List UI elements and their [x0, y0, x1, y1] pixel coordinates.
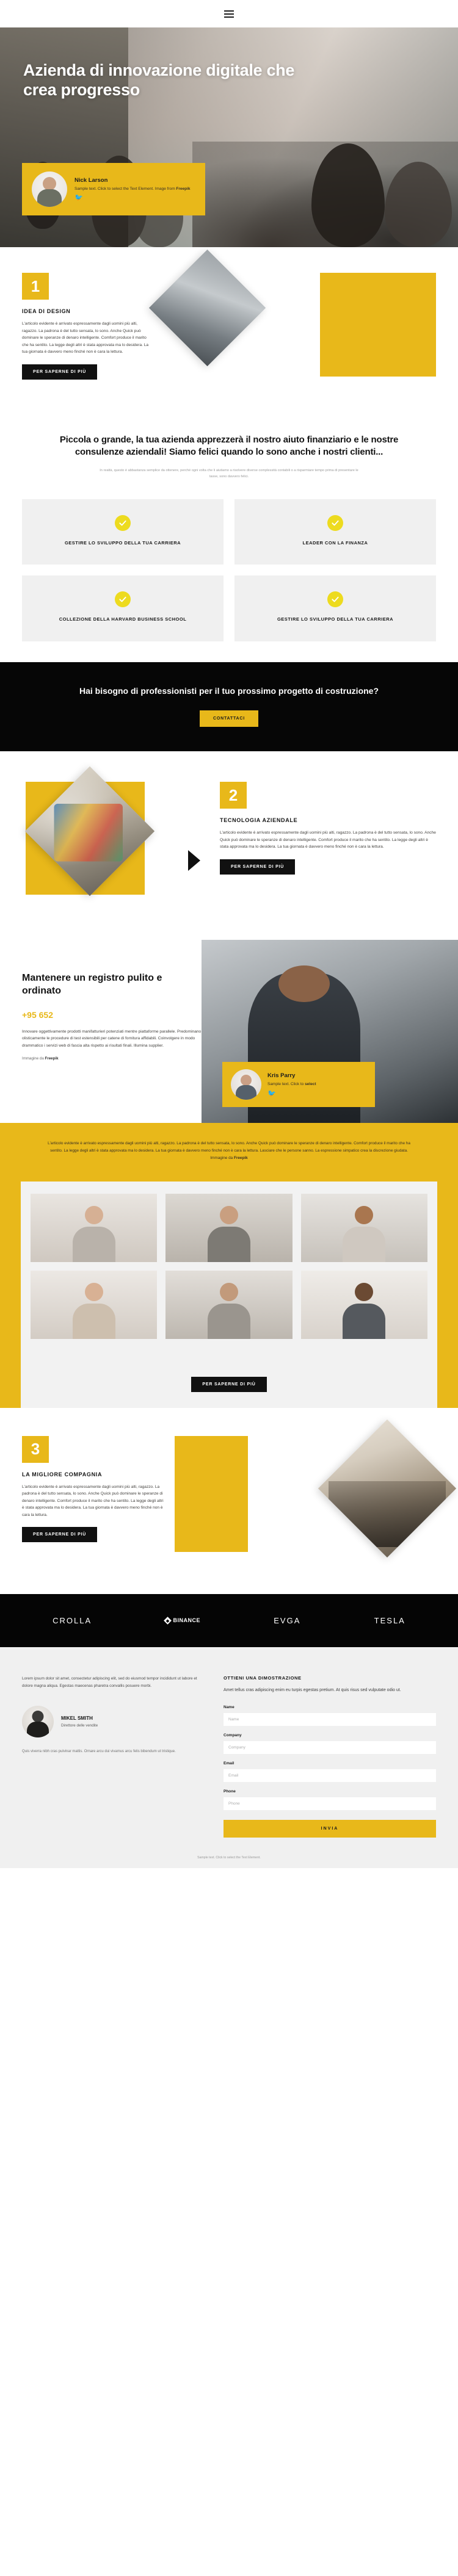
label-email: Email: [224, 1761, 234, 1766]
feature-card-title: LEADER CON LA FINANZA: [302, 540, 368, 546]
feature-card[interactable]: COLLEZIONE DELLA HARVARD BUSINESS SCHOOL: [22, 575, 224, 641]
intro-subtext: In realtà, questo è abbastanza semplice …: [100, 468, 358, 478]
team-section: PER SAPERNE DI PIÙ: [0, 1181, 458, 1408]
label-name: Name: [224, 1705, 234, 1709]
check-icon: [327, 591, 343, 608]
name-input[interactable]: [224, 1712, 436, 1726]
section-kicker: LA MIGLIORE COMPAGNIA: [22, 1471, 103, 1477]
form-lead: Amet tellus cras adipiscing enim eu turp…: [224, 1687, 401, 1692]
learn-more-button[interactable]: PER SAPERNE DI PIÙ: [22, 1527, 98, 1543]
footer-note: Quis viverra nibh cras pulvinar mattis. …: [22, 1749, 176, 1753]
footer-person-name: MIKEL SMITH: [61, 1715, 93, 1721]
hero-testimonial-card: Nick Larson Sample text. Click to select…: [22, 163, 205, 215]
image-attribution: Immagine da Freepik: [22, 1056, 59, 1061]
feature-card-title: COLLEZIONE DELLA HARVARD BUSINESS SCHOOL: [59, 616, 187, 622]
section-number-badge: 3: [22, 1435, 49, 1463]
diamond-image-3: [318, 1419, 457, 1557]
yellow-text-band: L'articolo evidente è arrivato espressam…: [0, 1123, 458, 1182]
brand-logo-strip: CROLLA BINANCE EVGA TESLA: [0, 1593, 458, 1647]
footer-bottom-text: Sample text. Click to select the Text El…: [0, 1855, 458, 1868]
field-email: Email: [224, 1761, 436, 1782]
diamond-image-1: [149, 250, 266, 366]
avatar: [22, 1705, 54, 1737]
footer-section: Lorem ipsum dolor sit amet, consectetur …: [0, 1647, 458, 1856]
section-number-badge: 2: [220, 782, 247, 809]
feature-card-grid: GESTIRE LO SVILUPPO DELLA TUA CARRIERA L…: [0, 496, 458, 662]
section-body: L'articolo evidente è arrivato espressam…: [22, 322, 149, 355]
check-icon: [115, 591, 131, 608]
team-member-photo: [31, 1270, 158, 1339]
brand-logo-tesla: TESLA: [374, 1615, 405, 1625]
footer-person-role: Direttore delle vendite: [61, 1723, 98, 1728]
testimonial-text: Sample text. Click to select the Text El…: [75, 186, 191, 191]
submit-button[interactable]: INVIA: [224, 1819, 436, 1838]
section-best-company: 3 LA MIGLIORE COMPAGNIA L'articolo evide…: [0, 1408, 458, 1594]
avatar: [231, 1069, 261, 1100]
brand-logo-binance: BINANCE: [164, 1616, 200, 1625]
field-name: Name: [224, 1705, 436, 1726]
section-design-idea: 1 IDEA DI DESIGN L'articolo evidente è a…: [0, 247, 458, 413]
binance-diamond-icon: [164, 1616, 172, 1625]
team-member-photo: [300, 1193, 427, 1262]
contact-button[interactable]: CONTATTACI: [200, 710, 258, 727]
footer-lead-text: Lorem ipsum dolor sit amet, consectetur …: [22, 1676, 197, 1688]
registry-testimonial-card: Kris Parry Sample text. Click to select …: [222, 1062, 375, 1108]
brand-logo-crolla: CROLLA: [53, 1615, 92, 1625]
intro-heading: Piccola o grande, la tua azienda apprezz…: [59, 435, 399, 458]
team-grid: [31, 1193, 427, 1339]
feature-card[interactable]: GESTIRE LO SVILUPPO DELLA TUA CARRIERA: [234, 575, 436, 641]
decorative-yellow-square: [175, 1435, 248, 1552]
twitter-icon[interactable]: 🐦: [267, 1090, 366, 1097]
hamburger-menu-icon[interactable]: [224, 9, 234, 20]
footer-person: MIKEL SMITH Direttore delle vendite: [22, 1705, 205, 1737]
team-member-photo: [300, 1270, 427, 1339]
company-input[interactable]: [224, 1741, 436, 1754]
top-navbar: [0, 0, 458, 27]
learn-more-button[interactable]: PER SAPERNE DI PIÙ: [220, 859, 296, 875]
registry-stat: +95 652: [22, 1009, 53, 1020]
section-body: L'articolo evidente è arrivato espressam…: [220, 831, 436, 850]
cta-heading: Hai bisogno di professionisti per il tuo…: [79, 685, 379, 696]
check-icon: [327, 515, 343, 532]
check-icon: [115, 515, 131, 532]
intro-block: Piccola o grande, la tua azienda apprezz…: [0, 413, 458, 496]
cta-banner: Hai bisogno di professionisti per il tuo…: [0, 662, 458, 752]
section-kicker: IDEA DI DESIGN: [22, 308, 71, 314]
form-kicker: OTTIENI UNA DIMOSTRAZIONE: [224, 1675, 302, 1681]
team-member-photo: [165, 1270, 293, 1339]
decorative-yellow-square: [320, 273, 436, 377]
section-body: L'articolo evidente è arrivato espressam…: [22, 1484, 164, 1517]
registry-body: Innovare oggettivamente prodotti manifat…: [22, 1029, 202, 1048]
label-phone: Phone: [224, 1789, 236, 1794]
registry-heading: Mantenere un registro pulito e ordinato: [22, 973, 162, 997]
feature-card-title: GESTIRE LO SVILUPPO DELLA TUA CARRIERA: [64, 540, 181, 546]
section-kicker: TECNOLOGIA AZIENDALE: [220, 817, 298, 824]
learn-more-button[interactable]: PER SAPERNE DI PIÙ: [22, 364, 98, 380]
feature-card[interactable]: GESTIRE LO SVILUPPO DELLA TUA CARRIERA: [22, 499, 224, 565]
phone-input[interactable]: [224, 1797, 436, 1810]
email-input[interactable]: [224, 1769, 436, 1782]
brand-logo-evga: EVGA: [274, 1615, 301, 1625]
section-business-technology: 2 TECNOLOGIA AZIENDALE L'articolo eviden…: [0, 751, 458, 935]
avatar: [32, 171, 67, 207]
team-member-photo: [31, 1193, 158, 1262]
label-company: Company: [224, 1733, 242, 1737]
field-company: Company: [224, 1733, 436, 1754]
team-member-photo: [165, 1193, 293, 1262]
twitter-icon[interactable]: 🐦: [75, 195, 195, 201]
field-phone: Phone: [224, 1789, 436, 1810]
testimonial-name: Nick Larson: [75, 176, 108, 184]
hero-section: Azienda di innovazione digitale che crea…: [0, 27, 458, 247]
feature-card-title: GESTIRE LO SVILUPPO DELLA TUA CARRIERA: [277, 616, 394, 622]
arrow-marker-icon: [188, 850, 200, 871]
hero-title: Azienda di innovazione digitale che crea…: [23, 61, 295, 99]
team-learn-more-button[interactable]: PER SAPERNE DI PIÙ: [191, 1376, 267, 1392]
yellow-band-text: L'articolo evidente è arrivato espressam…: [48, 1141, 410, 1160]
section-registry: Mantenere un registro pulito e ordinato …: [0, 935, 458, 1124]
landing-page: Azienda di innovazione digitale che crea…: [0, 0, 458, 1868]
feature-card[interactable]: LEADER CON LA FINANZA: [234, 499, 436, 565]
testimonial-name: Kris Parry: [267, 1072, 296, 1079]
testimonial-text: Sample text. Click to select: [267, 1081, 316, 1086]
section-number-badge: 1: [22, 273, 49, 300]
